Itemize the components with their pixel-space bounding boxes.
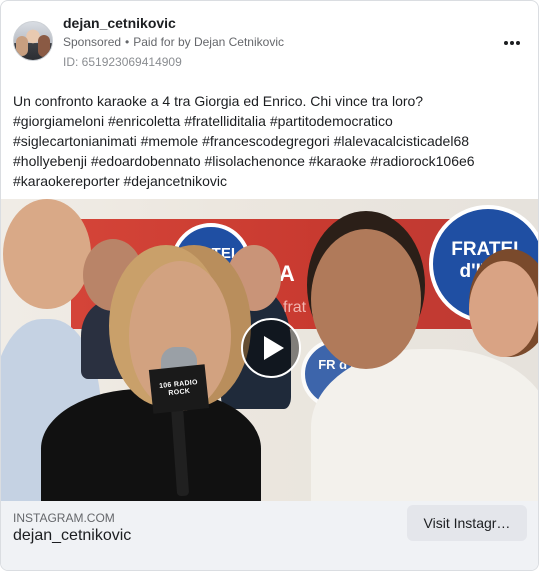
- page-name-link[interactable]: dejan_cetnikovic: [63, 15, 176, 31]
- video-media[interactable]: FRATEL NA frat FRATEL d'ITAL FR d'I 106 …: [1, 199, 538, 501]
- post-text: Un confronto karaoke a 4 tra Giorgia ed …: [13, 91, 528, 191]
- link-title: dejan_cetnikovic: [13, 527, 132, 544]
- banner-text: frat: [283, 299, 307, 316]
- microphone-flag: 106 RADIO ROCK: [148, 364, 210, 414]
- person: [41, 389, 261, 501]
- sponsored-meta: Sponsored • Paid for by Dejan Cetnikovic: [63, 35, 284, 49]
- avatar-figure: [16, 36, 28, 56]
- post-text-line: Un confronto karaoke a 4 tra Giorgia ed …: [13, 93, 424, 109]
- avatar-figure: [38, 35, 50, 57]
- meta-separator: •: [125, 35, 130, 49]
- ad-id: ID: 651923069414909: [63, 55, 182, 69]
- person-head: [469, 261, 538, 357]
- ad-card: dejan_cetnikovic Sponsored • Paid for by D…: [0, 0, 539, 571]
- more-options-icon[interactable]: [498, 33, 526, 53]
- person-head: [311, 229, 421, 369]
- person: [311, 349, 538, 501]
- post-text-line: #giorgiameloni #enricoletta #fratellidit…: [13, 113, 393, 129]
- visit-instagram-button[interactable]: Visit Instagr…: [407, 505, 527, 541]
- post-header: dejan_cetnikovic Sponsored • Paid for by D…: [13, 15, 526, 75]
- link-domain: INSTAGRAM.COM: [13, 511, 115, 525]
- paid-for-label: Paid for by Dejan Cetnikovic: [133, 35, 284, 49]
- person-head: [3, 199, 91, 309]
- post-text-line: #siglecartonianimati #memole #francescod…: [13, 133, 470, 149]
- post-text-line: #karaokereporter #dejancetnikovic: [13, 173, 228, 189]
- avatar[interactable]: [13, 21, 53, 61]
- post-text-line: #hollyebenji #edoardobennato #lisolachen…: [13, 153, 475, 169]
- sponsored-label: Sponsored: [63, 35, 122, 49]
- play-icon[interactable]: [241, 318, 301, 378]
- link-footer[interactable]: INSTAGRAM.COM dejan_cetnikovic Visit Ins…: [1, 501, 538, 570]
- person-head: [227, 245, 281, 311]
